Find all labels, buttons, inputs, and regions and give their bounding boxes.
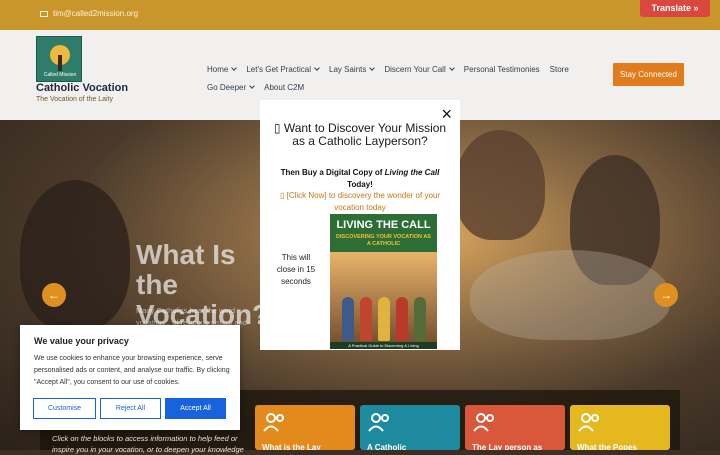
nav-item-lay-saints[interactable]: Lay Saints xyxy=(329,64,376,74)
cookie-title: We value your privacy xyxy=(34,336,129,346)
book-cover-image[interactable]: LIVING THE CALL DISCOVERING YOUR VOCATIO… xyxy=(330,214,437,349)
chevron-down-icon xyxy=(369,65,376,71)
block-tile-label: What is the Lay xyxy=(262,443,321,450)
site-title[interactable]: Catholic Vocation xyxy=(36,82,128,94)
nav-item-label: About C2M xyxy=(264,82,305,92)
blocks-intro: Click on the blocks to access informatio… xyxy=(52,434,244,454)
people-icon xyxy=(262,411,288,433)
slider-prev-button[interactable]: ← xyxy=(42,283,66,307)
nav-item-label: Discern Your Call xyxy=(384,64,446,74)
block-tile[interactable]: A Catholic xyxy=(360,405,460,450)
hero-photo-figure xyxy=(20,180,130,330)
envelope-icon xyxy=(40,10,48,17)
hero-photo-figure xyxy=(455,130,545,240)
site-tagline: The Vocation of the Laity xyxy=(36,96,114,103)
block-tile[interactable]: What the Popes xyxy=(570,405,670,450)
promo-modal: × ▯ Want to Discover Your Mission as a C… xyxy=(260,100,460,350)
arrow-left-icon: ← xyxy=(48,288,60,302)
book-figure xyxy=(360,297,372,341)
top-bar: tim@called2mission.org xyxy=(0,0,720,30)
site-logo[interactable]: Called Mission xyxy=(36,36,82,82)
nav-row-1: Home Let's Get Practical Lay Saints Discern… xyxy=(207,60,587,78)
book-figure xyxy=(378,297,390,341)
nav-item-about-c2m[interactable]: About C2M xyxy=(264,83,304,92)
contact-email[interactable]: tim@called2mission.org xyxy=(40,9,138,18)
chevron-down-icon xyxy=(314,65,320,71)
book-figure xyxy=(342,297,354,341)
block-tile-label: A Catholic xyxy=(367,443,407,450)
user-circle-icon xyxy=(472,411,498,433)
logo-tree xyxy=(58,55,62,71)
nav-item-label: Home xyxy=(207,64,229,74)
book-figure xyxy=(414,297,426,341)
cookie-consent-banner: We value your privacy We use cookies to … xyxy=(20,325,240,430)
block-tile[interactable]: What is the Lay xyxy=(255,405,355,450)
nav-item-label: Let's Get Practical xyxy=(246,64,312,74)
block-tile-label: The Lay person as xyxy=(472,443,543,450)
email-text: tim@called2mission.org xyxy=(53,9,139,18)
block-tile[interactable]: The Lay person as xyxy=(465,405,565,450)
nav-row-2: Go Deeper About C2M xyxy=(207,78,587,96)
modal-countdown: This will close in 15 seconds xyxy=(276,253,316,286)
modal-title: ▯ Want to Discover Your Mission as a Cat… xyxy=(273,121,447,148)
chevron-down-icon xyxy=(448,65,455,71)
nav-item-go-deeper[interactable]: Go Deeper xyxy=(207,82,255,92)
stay-connected-button[interactable]: Stay Connected xyxy=(613,63,684,86)
accept-all-button[interactable]: Accept All xyxy=(165,398,226,419)
cookie-text: We use cookies to enhance your browsing … xyxy=(34,355,230,386)
modal-book-name: Living the Call xyxy=(384,168,440,177)
block-tile-label: What the Popes xyxy=(577,443,638,450)
modal-subtitle: Then Buy a Digital Copy of Living the Ca… xyxy=(270,167,450,191)
book-scene xyxy=(330,252,437,349)
modal-subtitle-prefix: Then Buy a Digital Copy of xyxy=(280,168,385,177)
nav-item-label: Store xyxy=(549,64,569,74)
nav-item-label: Personal Testimonies xyxy=(463,64,540,74)
nav-item-store[interactable]: Store xyxy=(550,65,569,74)
reject-all-button[interactable]: Reject All xyxy=(100,398,161,419)
book-figure xyxy=(396,297,408,341)
translate-button[interactable]: Translate » xyxy=(640,0,710,17)
book-footer: A Practical Guide to Discerning & Living xyxy=(330,342,437,349)
book-subtitle: DISCOVERING YOUR VOCATION AS A CATHOLIC xyxy=(336,234,431,247)
main-nav: Home Let's Get Practical Lay Saints Discern… xyxy=(207,60,587,96)
chevron-down-icon xyxy=(231,65,238,71)
modal-subtitle-suffix: Today! xyxy=(347,180,373,189)
hero-photo-papers xyxy=(470,250,670,340)
nav-item-let-s-get-practical[interactable]: Let's Get Practical xyxy=(246,64,320,74)
nav-item-discern-your-call[interactable]: Discern Your Call xyxy=(384,64,455,74)
nav-item-home[interactable]: Home xyxy=(207,64,238,74)
nav-item-label: Lay Saints xyxy=(329,64,367,74)
arrow-right-icon: → xyxy=(660,288,672,302)
nav-item-label: Go Deeper xyxy=(207,82,247,92)
book-title: LIVING THE CALL xyxy=(336,219,431,231)
nav-item-personal-testimonies[interactable]: Personal Testimonies xyxy=(464,65,540,74)
logo-caption: Called Mission xyxy=(43,72,77,78)
badge-icon xyxy=(577,411,603,433)
customise-button[interactable]: Customise xyxy=(33,398,96,419)
id-card-icon xyxy=(367,411,393,433)
modal-click-now-link[interactable]: ▯ [Click Now] to discovery the wonder of… xyxy=(270,190,450,214)
chevron-down-icon xyxy=(249,83,255,89)
slider-next-button[interactable]: → xyxy=(654,283,678,307)
